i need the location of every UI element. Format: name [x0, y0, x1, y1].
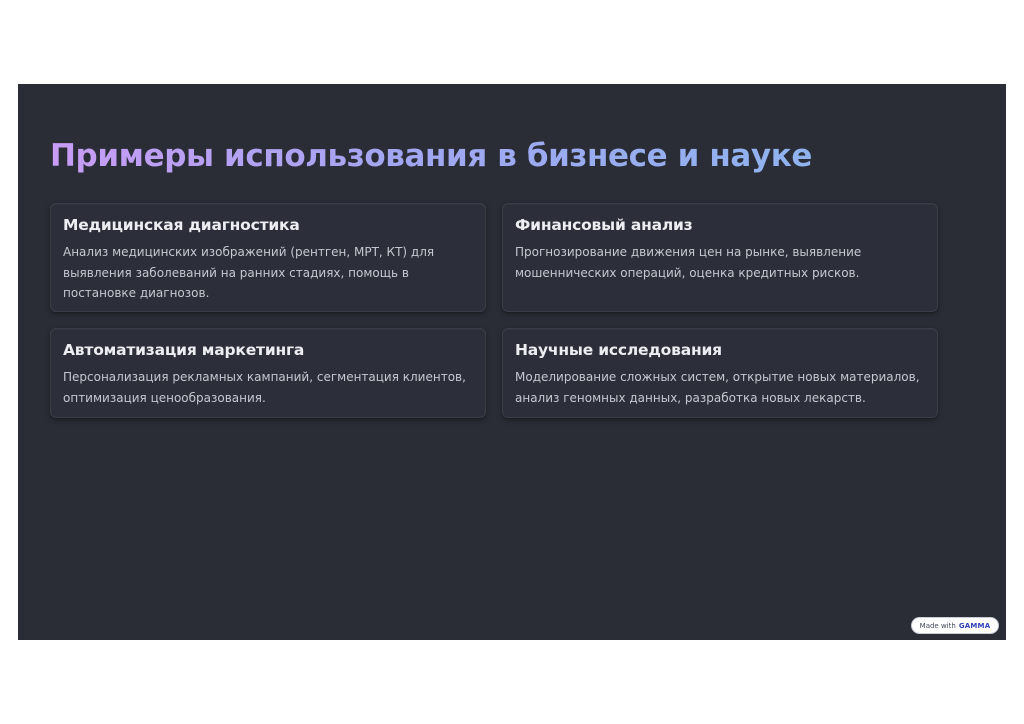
- card-text: Прогнозирование движения цен на рынке, в…: [515, 245, 862, 280]
- card-medical-diagnostics: Медицинская диагностика Анализ медицинск…: [50, 203, 486, 312]
- card-text: Анализ медицинских изображений (рентген,…: [63, 245, 435, 300]
- card-scientific-research: Научные исследования Моделирование сложн…: [502, 328, 938, 418]
- badge-prefix: Made with: [919, 621, 956, 630]
- card-text: Моделирование сложных систем, открытие н…: [515, 370, 920, 405]
- card-title: Финансовый анализ: [515, 216, 693, 234]
- slide-title: Примеры использования в бизнесе и науке: [50, 138, 812, 174]
- card-financial-analysis: Финансовый анализ Прогнозирование движен…: [502, 203, 938, 312]
- use-case-grid: Медицинская диагностика Анализ медицинск…: [50, 203, 938, 418]
- gamma-logo: GAMMA: [958, 621, 991, 630]
- card-title: Медицинская диагностика: [63, 216, 300, 234]
- card-title: Научные исследования: [515, 341, 722, 359]
- card-text: Персонализация рекламных кампаний, сегме…: [63, 370, 466, 405]
- card-title: Автоматизация маркетинга: [63, 341, 305, 359]
- made-with-gamma-badge[interactable]: Made with GAMMA: [911, 617, 999, 634]
- card-marketing-automation: Автоматизация маркетинга Персонализация …: [50, 328, 486, 418]
